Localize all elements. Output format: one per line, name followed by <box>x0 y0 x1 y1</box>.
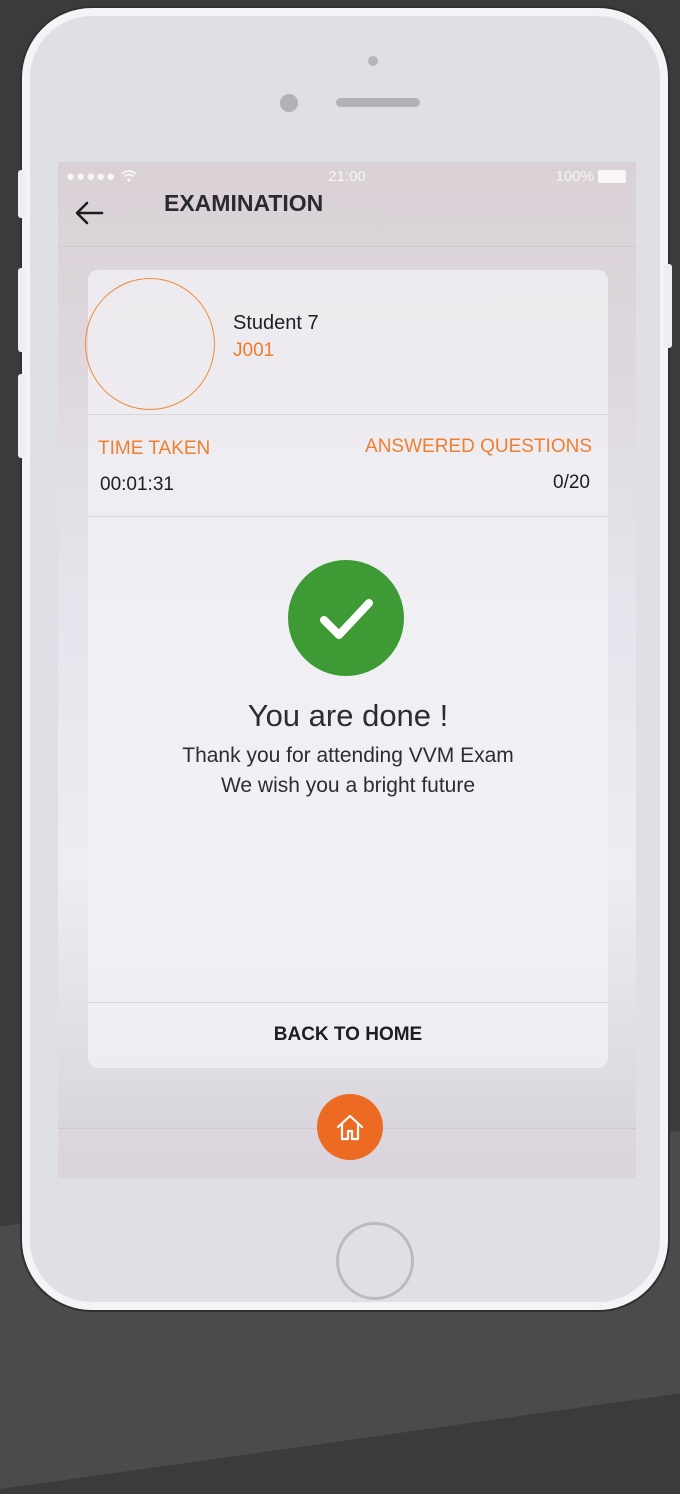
divider <box>88 516 608 517</box>
page-title: EXAMINATION <box>164 190 324 216</box>
answered-questions-label: ANSWERED QUESTIONS <box>365 436 592 457</box>
app-bar: EXAMINATION <box>58 188 636 247</box>
wish-message: We wish you a bright future <box>220 774 476 797</box>
result-card: Student 7 J001 TIME TAKEN 00:01:31 ANSWE… <box>85 270 608 1068</box>
thank-you-message: Thank you for attending VVM Exam <box>182 744 514 767</box>
back-arrow-icon[interactable] <box>74 194 104 234</box>
proximity-sensor <box>280 94 298 112</box>
mute-switch <box>18 170 26 218</box>
clock: 21:00 <box>328 168 366 185</box>
battery-icon <box>598 170 626 183</box>
front-camera <box>368 56 378 66</box>
home-icon <box>336 1114 364 1141</box>
home-fab-button[interactable] <box>317 1094 383 1160</box>
check-circle-icon <box>288 560 404 676</box>
student-id: J001 <box>233 340 275 361</box>
volume-up-button <box>18 268 26 352</box>
hardware-home-button[interactable] <box>336 1222 414 1300</box>
screen: ●●●●● 21:00 100% EXAMINATION Student 7 J… <box>58 162 636 1178</box>
avatar <box>85 278 215 410</box>
battery-status: 100% <box>556 168 626 185</box>
student-name: Student 7 <box>233 312 319 334</box>
earpiece-speaker <box>336 98 420 107</box>
completion-title: You are done ! <box>247 698 449 733</box>
answered-questions-value: 0/20 <box>553 472 590 493</box>
time-taken-value: 00:01:31 <box>100 474 174 495</box>
divider <box>88 414 608 415</box>
back-to-home-button[interactable]: BACK TO HOME <box>88 1003 608 1067</box>
time-taken-label: TIME TAKEN <box>98 438 211 459</box>
power-button <box>664 264 672 348</box>
volume-down-button <box>18 374 26 458</box>
status-bar: ●●●●● 21:00 100% <box>58 162 636 190</box>
